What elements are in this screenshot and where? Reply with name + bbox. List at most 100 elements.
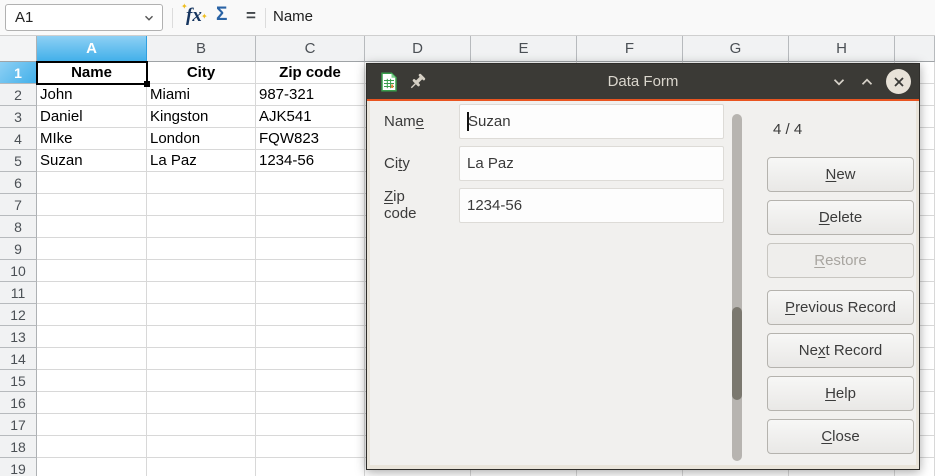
row-header-10[interactable]: 10 <box>0 260 37 282</box>
row-header-16[interactable]: 16 <box>0 392 37 414</box>
cell-B11[interactable] <box>147 282 256 304</box>
cell-B3[interactable]: Kingston <box>147 106 256 128</box>
cell-C19[interactable] <box>256 458 365 476</box>
column-header-G[interactable]: G <box>683 36 789 62</box>
cell-A16[interactable] <box>37 392 147 414</box>
row-header-18[interactable]: 18 <box>0 436 37 458</box>
new-button[interactable]: New <box>767 157 914 192</box>
cell-C10[interactable] <box>256 260 365 282</box>
cell-B12[interactable] <box>147 304 256 326</box>
cell-B9[interactable] <box>147 238 256 260</box>
cell-A19[interactable] <box>37 458 147 476</box>
close-icon[interactable] <box>886 69 911 94</box>
cell-B17[interactable] <box>147 414 256 436</box>
cell-C3[interactable]: AJK541 <box>256 106 365 128</box>
column-header-D[interactable]: D <box>365 36 471 62</box>
delete-button[interactable]: Delete <box>767 200 914 235</box>
cell-A1[interactable]: Name <box>37 62 147 84</box>
city-field[interactable]: La Paz <box>459 146 724 181</box>
help-button[interactable]: Help <box>767 376 914 411</box>
cell-C1[interactable]: Zip code <box>256 62 365 84</box>
cell-B7[interactable] <box>147 194 256 216</box>
cell-B6[interactable] <box>147 172 256 194</box>
cell-B5[interactable]: La Paz <box>147 150 256 172</box>
row-header-5[interactable]: 5 <box>0 150 37 172</box>
chevron-down-icon[interactable] <box>142 11 156 25</box>
row-header-4[interactable]: 4 <box>0 128 37 150</box>
cell-A7[interactable] <box>37 194 147 216</box>
formula-equals-icon[interactable]: = <box>246 6 256 26</box>
zip-code-field[interactable]: 1234-56 <box>459 188 724 223</box>
cell-B15[interactable] <box>147 370 256 392</box>
row-header-8[interactable]: 8 <box>0 216 37 238</box>
cell-C16[interactable] <box>256 392 365 414</box>
cell-B2[interactable]: Miami <box>147 84 256 106</box>
row-header-13[interactable]: 13 <box>0 326 37 348</box>
column-header-partial[interactable] <box>895 36 935 62</box>
column-header-C[interactable]: C <box>256 36 365 62</box>
cell-C18[interactable] <box>256 436 365 458</box>
next-record-button[interactable]: Next Record <box>767 333 914 368</box>
column-header-E[interactable]: E <box>471 36 577 62</box>
cell-C12[interactable] <box>256 304 365 326</box>
row-header-15[interactable]: 15 <box>0 370 37 392</box>
row-header-3[interactable]: 3 <box>0 106 37 128</box>
formula-input[interactable]: Name <box>273 8 313 25</box>
column-header-F[interactable]: F <box>577 36 683 62</box>
name-box[interactable]: A1 <box>5 4 163 31</box>
row-header-9[interactable]: 9 <box>0 238 37 260</box>
cell-A17[interactable] <box>37 414 147 436</box>
cell-A15[interactable] <box>37 370 147 392</box>
cell-A4[interactable]: MIke <box>37 128 147 150</box>
cell-A11[interactable] <box>37 282 147 304</box>
cell-B14[interactable] <box>147 348 256 370</box>
cell-A8[interactable] <box>37 216 147 238</box>
row-header-2[interactable]: 2 <box>0 84 37 106</box>
dialog-titlebar[interactable]: Data Form <box>367 64 919 99</box>
cell-A10[interactable] <box>37 260 147 282</box>
cell-C7[interactable] <box>256 194 365 216</box>
cell-A5[interactable]: Suzan <box>37 150 147 172</box>
column-header-B[interactable]: B <box>147 36 256 62</box>
cell-A14[interactable] <box>37 348 147 370</box>
select-all-corner[interactable] <box>0 36 37 62</box>
cell-C15[interactable] <box>256 370 365 392</box>
cell-B10[interactable] <box>147 260 256 282</box>
cell-C5[interactable]: 1234-56 <box>256 150 365 172</box>
name-field[interactable]: Suzan <box>459 104 724 139</box>
cell-B16[interactable] <box>147 392 256 414</box>
cell-B13[interactable] <box>147 326 256 348</box>
cell-B19[interactable] <box>147 458 256 476</box>
cell-B8[interactable] <box>147 216 256 238</box>
cell-B18[interactable] <box>147 436 256 458</box>
cell-A6[interactable] <box>37 172 147 194</box>
cell-C2[interactable]: 987-321 <box>256 84 365 106</box>
cell-C9[interactable] <box>256 238 365 260</box>
roll-up-icon[interactable] <box>858 73 876 91</box>
dialog-scrollbar[interactable] <box>732 114 742 461</box>
cell-A13[interactable] <box>37 326 147 348</box>
close-button[interactable]: Close <box>767 419 914 454</box>
cell-A2[interactable]: John <box>37 84 147 106</box>
column-header-H[interactable]: H <box>789 36 895 62</box>
row-header-1[interactable]: 1 <box>0 62 37 84</box>
row-header-12[interactable]: 12 <box>0 304 37 326</box>
cell-A3[interactable]: Daniel <box>37 106 147 128</box>
cell-B1[interactable]: City <box>147 62 256 84</box>
cell-B4[interactable]: London <box>147 128 256 150</box>
previous-record-button[interactable]: Previous Record <box>767 290 914 325</box>
cell-C4[interactable]: FQW823 <box>256 128 365 150</box>
column-header-A[interactable]: A <box>37 36 147 62</box>
cell-C13[interactable] <box>256 326 365 348</box>
row-header-6[interactable]: 6 <box>0 172 37 194</box>
cell-C17[interactable] <box>256 414 365 436</box>
autosum-icon[interactable]: Σ <box>216 4 227 26</box>
cell-C14[interactable] <box>256 348 365 370</box>
cell-A12[interactable] <box>37 304 147 326</box>
cell-C8[interactable] <box>256 216 365 238</box>
cell-C6[interactable] <box>256 172 365 194</box>
cell-C11[interactable] <box>256 282 365 304</box>
row-header-14[interactable]: 14 <box>0 348 37 370</box>
row-header-19[interactable]: 19 <box>0 458 37 476</box>
row-header-17[interactable]: 17 <box>0 414 37 436</box>
